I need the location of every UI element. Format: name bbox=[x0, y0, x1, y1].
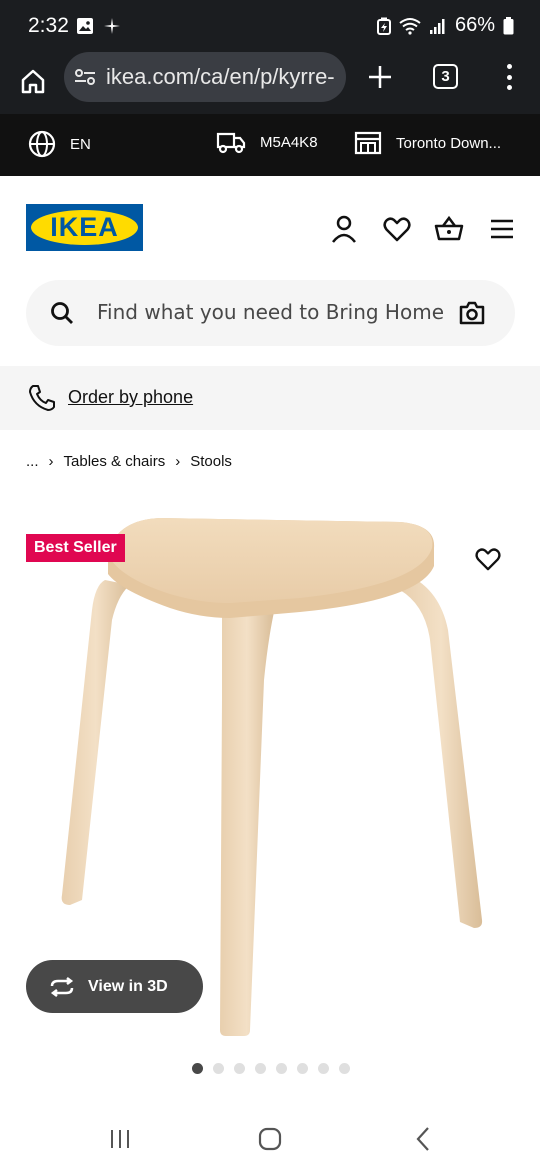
recent-apps-button[interactable] bbox=[105, 1124, 135, 1154]
store-selector[interactable]: Toronto Down... bbox=[354, 130, 501, 156]
carousel-dot[interactable] bbox=[192, 1063, 203, 1074]
status-bar: 2:32 66% bbox=[0, 0, 540, 52]
signal-icon bbox=[429, 18, 445, 34]
search-bar[interactable]: Find what you need to Bring Home bbox=[26, 280, 515, 346]
order-by-phone-banner[interactable]: Order by phone bbox=[0, 366, 540, 430]
new-tab-button[interactable] bbox=[364, 60, 396, 94]
language-label: EN bbox=[70, 135, 91, 153]
carousel-dot[interactable] bbox=[234, 1063, 245, 1074]
home-nav-icon bbox=[258, 1127, 282, 1151]
carousel-dot[interactable] bbox=[318, 1063, 329, 1074]
wifi-icon bbox=[399, 17, 421, 35]
carousel-dot[interactable] bbox=[213, 1063, 224, 1074]
carousel-dot[interactable] bbox=[255, 1063, 266, 1074]
home-icon bbox=[21, 69, 45, 94]
ikea-top-strip: EN M5A4K8 Toronto Down... bbox=[0, 114, 540, 176]
plus-icon bbox=[369, 66, 391, 88]
breadcrumb-tables-chairs[interactable]: Tables & chairs bbox=[64, 453, 166, 470]
wishlist-button[interactable] bbox=[382, 214, 412, 244]
carousel-dot[interactable] bbox=[339, 1063, 350, 1074]
search-input[interactable]: Find what you need to Bring Home bbox=[97, 300, 444, 324]
view-in-3d-label: View in 3D bbox=[88, 977, 168, 995]
globe-icon bbox=[28, 130, 56, 158]
breadcrumb-ellipsis[interactable]: ... bbox=[26, 453, 39, 470]
hamburger-menu-button[interactable] bbox=[487, 214, 517, 244]
browser-toolbar: ikea.com/ca/en/p/kyrre- 3 bbox=[0, 52, 540, 114]
delivery-truck-icon bbox=[216, 132, 246, 154]
back-button[interactable] bbox=[408, 1124, 438, 1154]
wishlist-icon bbox=[383, 217, 411, 242]
store-icon bbox=[354, 131, 382, 155]
breadcrumb-stools[interactable]: Stools bbox=[190, 453, 232, 470]
gallery-icon bbox=[77, 18, 93, 34]
add-to-wishlist-button[interactable] bbox=[472, 544, 504, 574]
rotate-3d-icon bbox=[50, 976, 74, 997]
language-selector[interactable]: EN bbox=[28, 130, 91, 158]
recent-apps-icon bbox=[111, 1130, 129, 1148]
postal-code-selector[interactable]: M5A4K8 bbox=[216, 130, 318, 154]
phone-icon bbox=[29, 385, 55, 411]
chevron-right-icon: › bbox=[48, 453, 54, 470]
browser-menu-button[interactable] bbox=[498, 62, 520, 92]
order-by-phone-link[interactable]: Order by phone bbox=[68, 387, 193, 408]
status-time: 2:32 bbox=[28, 14, 69, 37]
home-button[interactable] bbox=[16, 64, 50, 98]
system-navigation-bar bbox=[0, 1106, 540, 1170]
home-nav-button[interactable] bbox=[255, 1124, 285, 1154]
account-button[interactable] bbox=[329, 214, 359, 244]
ikea-logo[interactable]: IKEA bbox=[26, 204, 143, 251]
heart-icon bbox=[475, 548, 501, 571]
hamburger-menu-icon bbox=[491, 219, 513, 239]
back-icon bbox=[416, 1127, 429, 1151]
search-icon bbox=[51, 302, 73, 324]
carousel-dot[interactable] bbox=[276, 1063, 287, 1074]
chevron-right-icon: › bbox=[175, 453, 181, 470]
view-in-3d-button[interactable]: View in 3D bbox=[26, 960, 203, 1013]
battery-percent: 66% bbox=[454, 14, 495, 36]
battery-icon bbox=[503, 16, 514, 34]
image-carousel-indicator bbox=[192, 1063, 350, 1074]
carousel-dot[interactable] bbox=[297, 1063, 308, 1074]
tab-switcher-button[interactable]: 3 bbox=[433, 64, 458, 89]
site-settings-icon[interactable] bbox=[74, 67, 96, 87]
store-label: Toronto Down... bbox=[396, 134, 502, 152]
camera-search-icon[interactable] bbox=[458, 300, 486, 326]
postal-code-label: M5A4K8 bbox=[260, 133, 318, 151]
sparkle-icon bbox=[104, 18, 120, 34]
battery-saver-icon bbox=[376, 17, 391, 35]
ikea-logo-text: IKEA bbox=[50, 212, 119, 242]
cart-button[interactable] bbox=[434, 214, 464, 244]
url-text: ikea.com/ca/en/p/kyrre- bbox=[106, 64, 335, 89]
address-bar[interactable]: ikea.com/ca/en/p/kyrre- bbox=[64, 52, 346, 102]
account-icon bbox=[332, 215, 356, 243]
cart-icon bbox=[434, 215, 464, 241]
best-seller-badge: Best Seller bbox=[26, 534, 125, 562]
breadcrumb: ... › Tables & chairs › Stools bbox=[26, 453, 232, 470]
